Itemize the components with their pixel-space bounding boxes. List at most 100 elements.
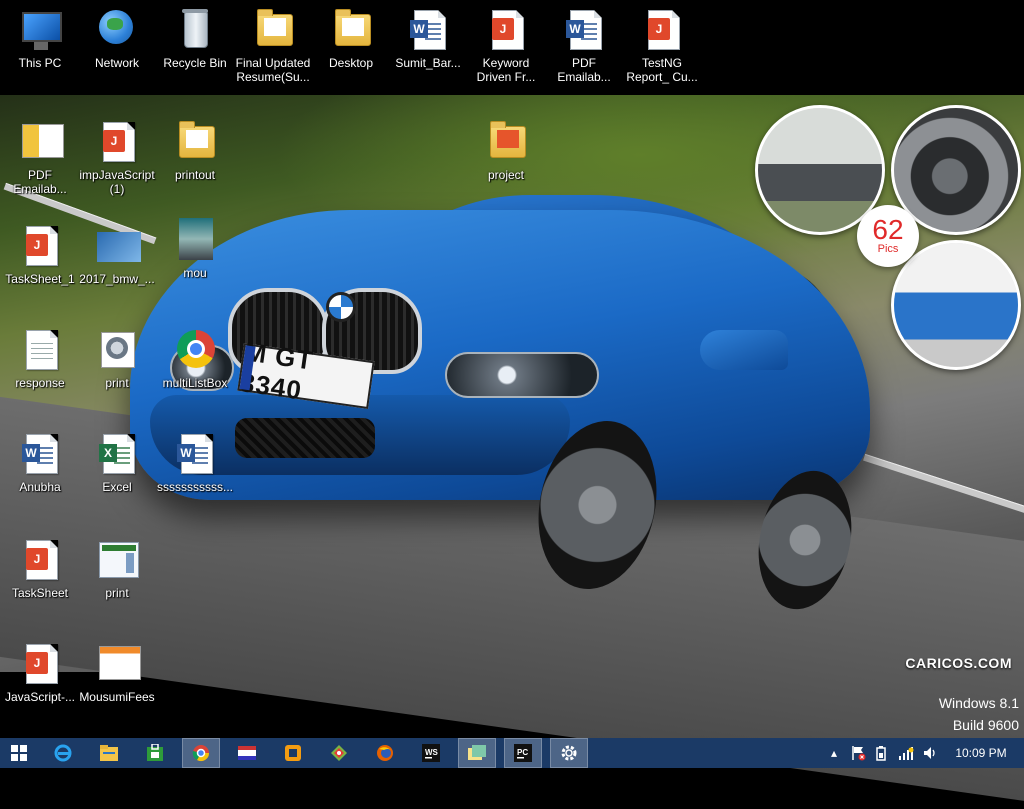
- internet-explorer-button[interactable]: [44, 738, 82, 768]
- desktop-icon-pdf-emailable[interactable]: PDF Emailab...: [0, 120, 80, 196]
- desktop-icon-label: Keyword Driven Fr...: [476, 56, 536, 84]
- desktop-icon-label: TestNG Report_ Cu...: [626, 56, 698, 84]
- webstorm-button[interactable]: WS: [412, 738, 450, 768]
- spreadsheet-thumbnail-icon: [22, 124, 64, 158]
- text-document-icon: [26, 330, 58, 370]
- desktop-icon-anubha[interactable]: W Anubha: [0, 432, 80, 494]
- pics-count: 62: [872, 214, 904, 245]
- clock[interactable]: 10:09 PM: [946, 738, 1016, 768]
- printer-app-icon: [101, 332, 135, 368]
- battery-button[interactable]: [872, 738, 892, 768]
- desktop-icon-desktop-folder[interactable]: Desktop: [311, 8, 391, 70]
- desktop-icon-response[interactable]: response: [0, 328, 80, 390]
- computer-icon: [22, 12, 62, 50]
- desktop-icon-this-pc[interactable]: This PC: [0, 8, 80, 70]
- desktop-icon-label: Sumit_Bar...: [395, 56, 461, 70]
- start-button[interactable]: [0, 738, 38, 768]
- app-button-1[interactable]: [228, 738, 266, 768]
- network-icon: [99, 10, 133, 44]
- svg-text:WS: WS: [425, 748, 439, 757]
- windows-build: Build 9600: [952, 717, 1019, 733]
- desktop-icon-sumit-bar[interactable]: W Sumit_Bar...: [388, 8, 468, 70]
- recycle-bin-icon: [182, 9, 208, 48]
- action-center-button[interactable]: [848, 738, 868, 768]
- folder-icon: [179, 121, 215, 158]
- flag-app-icon: [238, 746, 256, 760]
- firefox-button[interactable]: [366, 738, 404, 768]
- windows-logo-icon: [11, 745, 27, 761]
- desktop-icon-label: This PC: [18, 56, 62, 70]
- desktop-icon-testng-report[interactable]: J TestNG Report_ Cu...: [622, 8, 702, 84]
- chrome-button[interactable]: [182, 738, 220, 768]
- firefox-icon: [377, 745, 393, 761]
- battery-icon: [876, 746, 886, 761]
- desktop-icon-label: impJavaScript (1): [79, 168, 155, 196]
- desktop-icon-sssss[interactable]: W sssssssssss...: [155, 432, 235, 494]
- notes-button[interactable]: [458, 738, 496, 768]
- desktop-icon-tasksheet[interactable]: J TaskSheet: [0, 538, 80, 600]
- desktop-icon-printout[interactable]: printout: [155, 120, 235, 182]
- file-explorer-button[interactable]: [90, 738, 128, 768]
- desktop-icon-print-window[interactable]: print: [77, 538, 157, 600]
- desktop-icon-label: Excel: [102, 480, 132, 494]
- desktop-icon-impjavascript[interactable]: J impJavaScript (1): [77, 120, 157, 196]
- settings-button[interactable]: [550, 738, 588, 768]
- desktop-icon-label: Recycle Bin: [163, 56, 227, 70]
- desktop-icon-label: response: [15, 376, 65, 390]
- desktop-icon-keyword-driven[interactable]: J Keyword Driven Fr...: [466, 8, 546, 84]
- desktop-icon-mou[interactable]: mou: [155, 218, 235, 280]
- desktop-icon-excel[interactable]: X Excel: [77, 432, 157, 494]
- desktop-icon-2017-bmw[interactable]: 2017_bmw_...: [77, 224, 157, 286]
- desktop-icon-label: print: [105, 376, 129, 390]
- colorful-app-icon: [331, 745, 347, 761]
- volume-button[interactable]: [920, 738, 940, 768]
- pics-count-badge: 62 Pics: [857, 205, 919, 267]
- desktop-icon-print-app[interactable]: print: [77, 328, 157, 390]
- orange-app-icon: [285, 745, 301, 761]
- desktop-icon-project[interactable]: project: [466, 120, 546, 182]
- store-icon: [147, 744, 163, 761]
- notes-icon: [468, 745, 486, 760]
- desktop-icon-network[interactable]: Network: [77, 8, 157, 70]
- chrome-icon: [177, 330, 215, 368]
- folder-icon: [335, 9, 371, 46]
- desktop-icon-multilistbox[interactable]: multiListBox: [155, 328, 235, 390]
- desktop-icon-pdf-emailable-top[interactable]: W PDF Emailab...: [544, 8, 624, 84]
- desktop-icon-label: sssssssssss...: [156, 480, 233, 494]
- folder-icon: [257, 9, 293, 46]
- pycharm-button[interactable]: PC: [504, 738, 542, 768]
- desktop-icon-label: 2017_bmw_...: [79, 272, 155, 286]
- desktop-icon-label: project: [487, 168, 525, 182]
- desktop-icon-javascript[interactable]: J JavaScript-...: [0, 642, 80, 704]
- chevron-up-icon: ▴: [830, 746, 838, 760]
- wallpaper-site-watermark: CARICOS.COM: [905, 655, 1012, 671]
- clock-time: 10:09 PM: [955, 746, 1007, 760]
- desktop-icon-final-updated-resume[interactable]: Final Updated Resume(Su...: [233, 8, 313, 84]
- app-button-2[interactable]: [274, 738, 312, 768]
- pycharm-icon: PC: [514, 744, 532, 762]
- desktop-icon-tasksheet-1[interactable]: J TaskSheet_1: [0, 224, 80, 286]
- license-plate: M GT 3340: [237, 336, 375, 409]
- svg-text:PC: PC: [517, 748, 528, 757]
- chrome-icon: [192, 745, 210, 762]
- desktop-icon-label: mou: [183, 266, 207, 280]
- taskbar: WS PC ▴ 10:09 PM: [0, 738, 1024, 768]
- window-thumbnail-icon: [99, 542, 139, 578]
- network-button[interactable]: [896, 738, 916, 768]
- photo-thumbnail-icon: [179, 218, 213, 260]
- wifi-signal-icon: [899, 747, 914, 760]
- spreadsheet-thumbnail-icon: [99, 646, 141, 680]
- action-center-flag-icon: [852, 746, 866, 761]
- store-button[interactable]: [136, 738, 174, 768]
- desktop-icon-label: Network: [94, 56, 139, 70]
- desktop-icon-mousumifees[interactable]: MousumiFees: [77, 642, 157, 704]
- app-button-3[interactable]: [320, 738, 358, 768]
- desktop-icon-label: TaskSheet: [11, 586, 69, 600]
- desktop-icon-recycle-bin[interactable]: Recycle Bin: [155, 8, 235, 70]
- webstorm-icon: WS: [422, 744, 440, 762]
- show-hidden-icons-button[interactable]: ▴: [826, 738, 842, 768]
- gallery-thumb-car-front: [891, 240, 1021, 370]
- file-explorer-icon: [100, 745, 118, 761]
- desktop-icon-label: multiListBox: [162, 376, 228, 390]
- desktop-icon-label: PDF Emailab...: [557, 56, 611, 84]
